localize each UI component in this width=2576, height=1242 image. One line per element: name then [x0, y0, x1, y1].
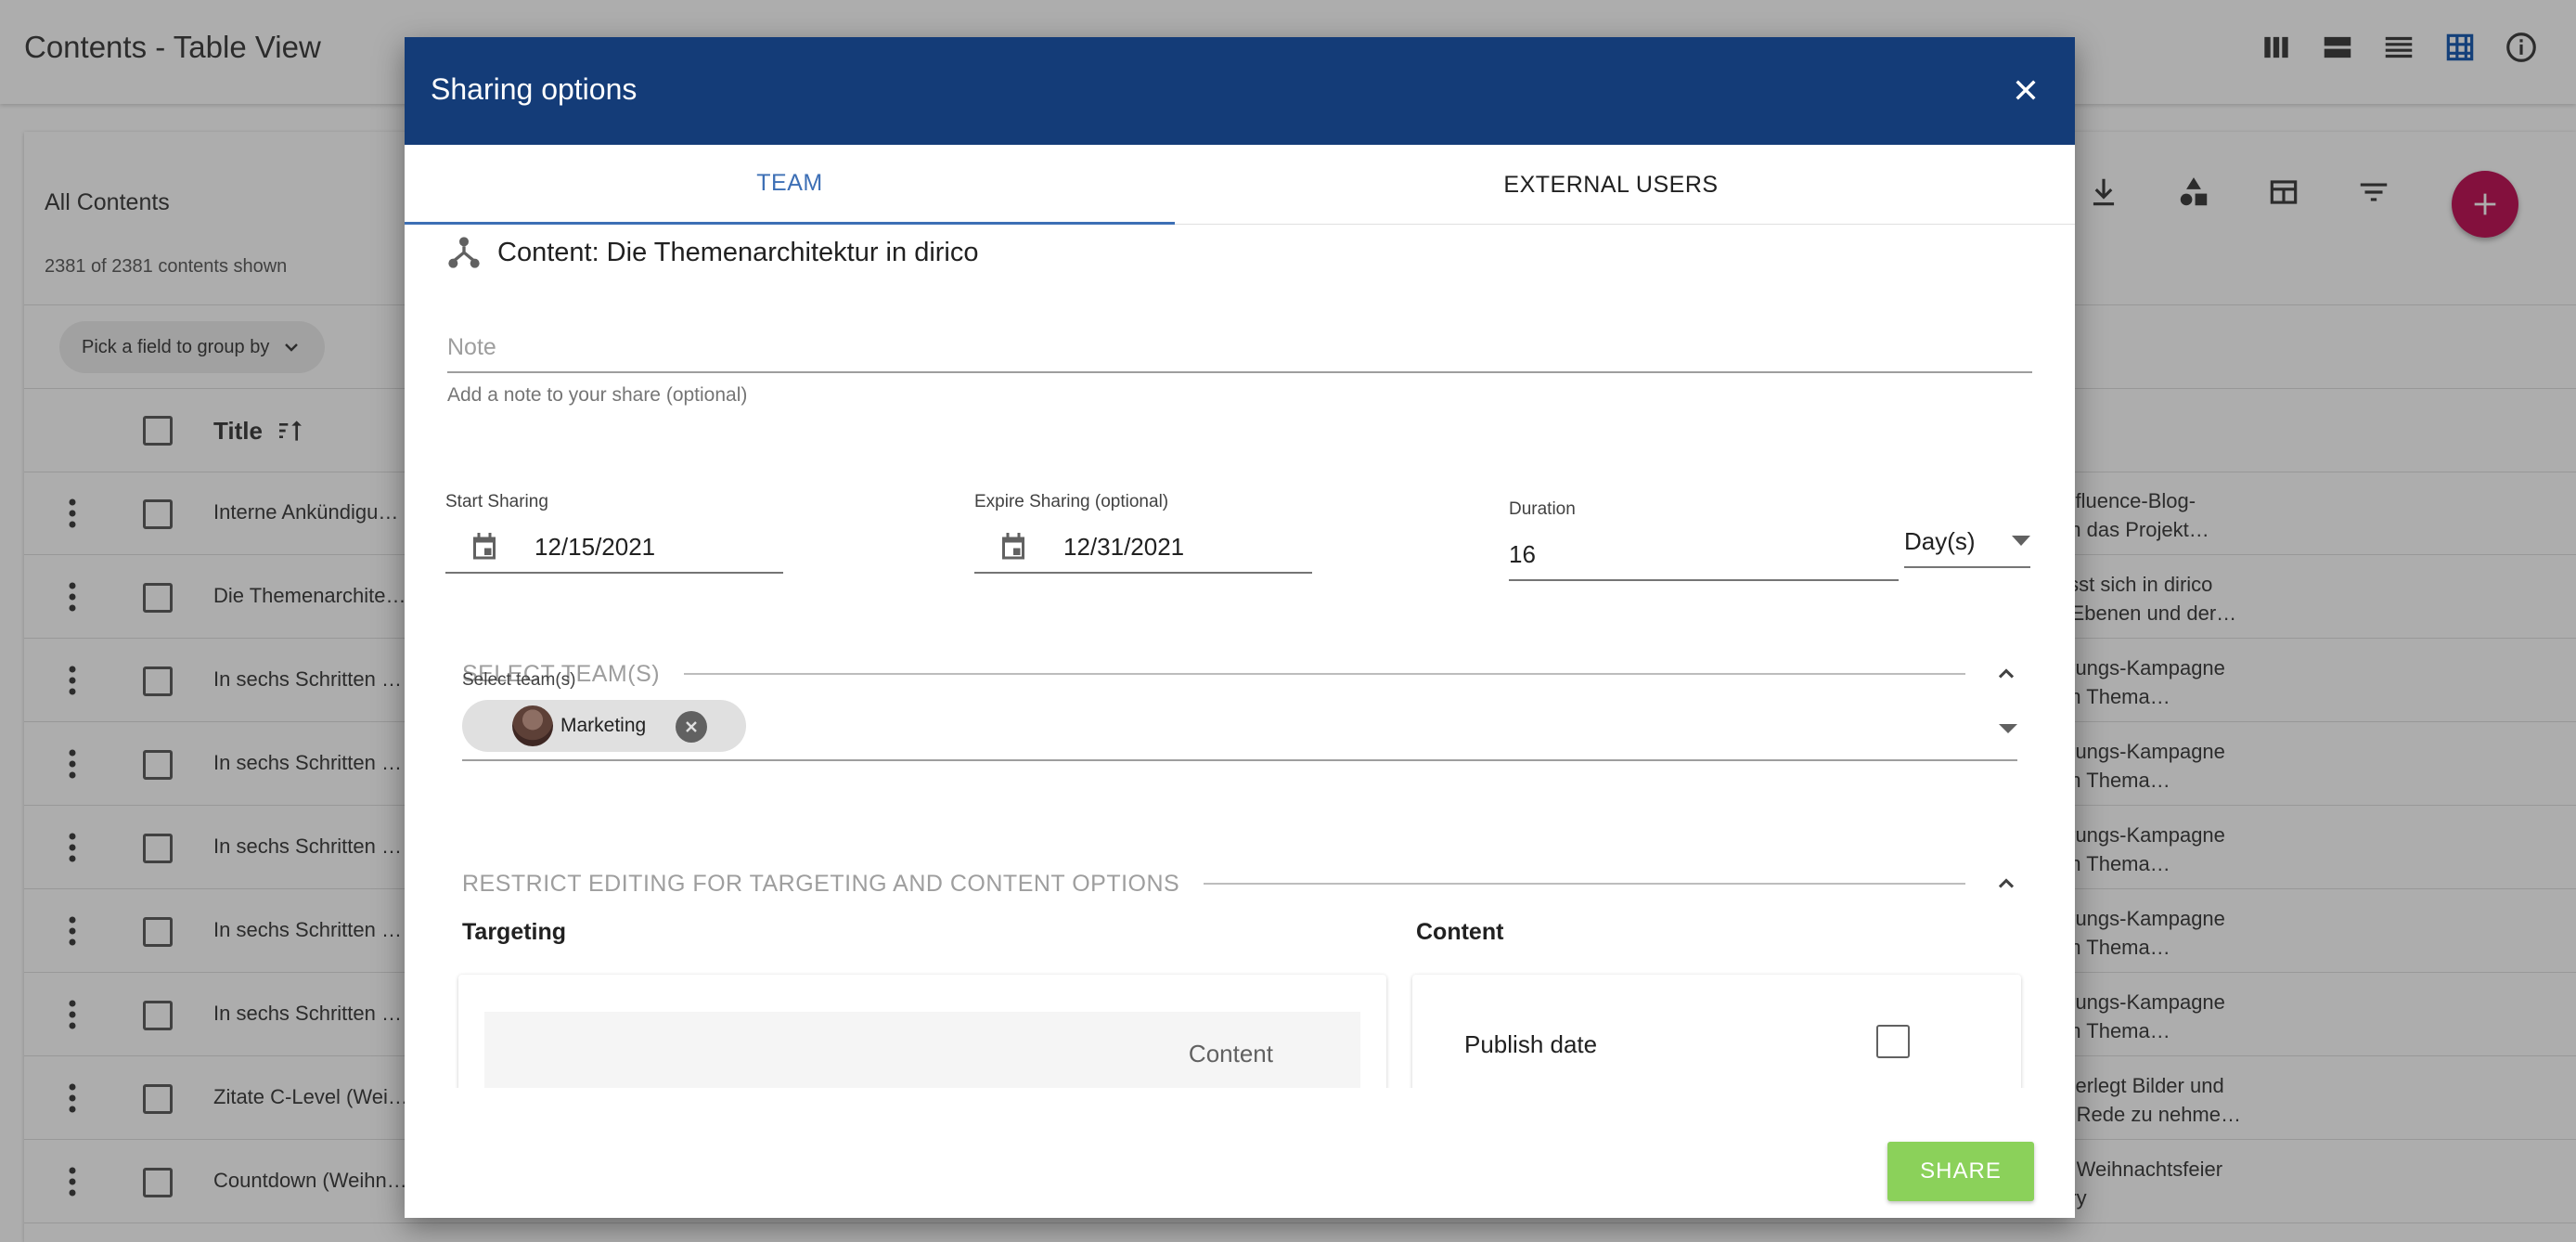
publish-date-label: Publish date: [1464, 1030, 1598, 1058]
dialog-header: Sharing options: [405, 37, 2075, 145]
dropdown-arrow-icon[interactable]: [1999, 724, 2017, 733]
duration-unit-value: Day(s): [1904, 526, 1976, 555]
start-sharing-input[interactable]: 12/15/2021: [445, 522, 783, 574]
team-chip-marketing[interactable]: Marketing: [462, 700, 746, 752]
restrict-editing-section-title: RESTRICT EDITING FOR TARGETING AND CONTE…: [462, 870, 1180, 897]
duration-field: Duration 16: [1509, 499, 1899, 581]
note-placeholder: Note: [447, 334, 496, 360]
duration-unit-select[interactable]: Day(s): [1904, 516, 2030, 568]
avatar: [512, 705, 553, 746]
targeting-table-header: Content: [484, 1012, 1360, 1088]
start-sharing-value: 12/15/2021: [535, 532, 656, 561]
note-input[interactable]: Note: [447, 327, 2032, 373]
team-chip-label: Marketing: [560, 715, 647, 736]
tab-external-users[interactable]: EXTERNAL USERS: [1240, 145, 1982, 225]
targeting-label: Targeting: [462, 919, 567, 945]
start-sharing-label: Start Sharing: [445, 492, 548, 511]
chevron-up-icon[interactable]: [1988, 655, 2025, 692]
expire-sharing-value: 12/31/2021: [1063, 532, 1185, 561]
duration-value: 16: [1509, 539, 1536, 568]
duration-label: Duration: [1509, 499, 1576, 519]
section-divider: [1204, 883, 1965, 885]
targeting-options-card: Content: [458, 975, 1386, 1088]
note-hint: Add a note to your share (optional): [447, 384, 748, 406]
chevron-up-icon[interactable]: [1988, 865, 2025, 902]
dialog-title: Sharing options: [431, 72, 638, 106]
content-options-label: Content: [1416, 919, 1504, 945]
targeting-column-label: Content: [1188, 1040, 1273, 1067]
select-teams-input[interactable]: Marketing: [462, 698, 2017, 761]
share-button[interactable]: SHARE: [1887, 1142, 2034, 1201]
remove-chip-icon[interactable]: [676, 711, 707, 743]
select-teams-label: Select team(s): [462, 670, 576, 690]
restrict-editing-section-header[interactable]: RESTRICT EDITING FOR TARGETING AND CONTE…: [462, 865, 2032, 902]
expire-sharing-input[interactable]: 12/31/2021: [974, 522, 1312, 574]
dialog-body: Content: Die Themenarchitektur in dirico…: [405, 225, 2075, 1088]
dialog-footer: SHARE: [405, 1088, 2075, 1218]
content-name: Content: Die Themenarchitektur in dirico: [497, 237, 979, 267]
calendar-icon[interactable]: [997, 530, 1030, 563]
content-options-card: Publish date: [1412, 975, 2021, 1088]
dialog-tabs: TEAM EXTERNAL USERS: [405, 145, 2075, 225]
calendar-icon[interactable]: [468, 530, 501, 563]
hierarchy-icon: [448, 237, 480, 268]
expire-sharing-field: Expire Sharing (optional) 12/31/2021: [974, 492, 1312, 574]
publish-date-checkbox[interactable]: [1876, 1025, 1910, 1058]
expire-sharing-label: Expire Sharing (optional): [974, 492, 1169, 511]
dropdown-arrow-icon: [2012, 536, 2030, 546]
duration-input[interactable]: 16: [1509, 529, 1899, 581]
tab-team[interactable]: TEAM: [405, 145, 1175, 225]
section-divider: [684, 673, 1965, 675]
select-teams-section-header[interactable]: SELECT TEAM(S): [462, 655, 2032, 692]
close-button[interactable]: [2004, 69, 2047, 111]
start-sharing-field: Start Sharing 12/15/2021: [445, 492, 783, 574]
sharing-options-dialog: Sharing options TEAM EXTERNAL USERS Cont…: [405, 37, 2075, 1218]
close-icon: [2016, 80, 2036, 100]
content-info: Content: Die Themenarchitektur in dirico: [445, 234, 979, 271]
